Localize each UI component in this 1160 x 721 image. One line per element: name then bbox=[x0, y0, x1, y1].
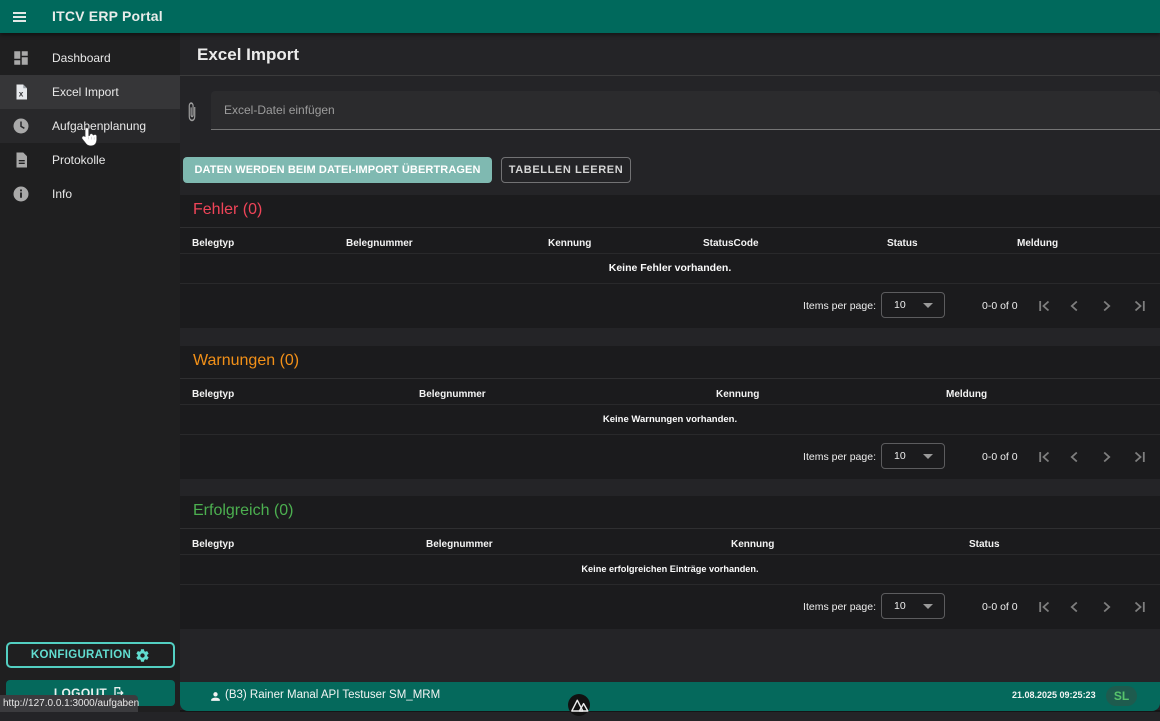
svg-text:x: x bbox=[19, 90, 24, 99]
